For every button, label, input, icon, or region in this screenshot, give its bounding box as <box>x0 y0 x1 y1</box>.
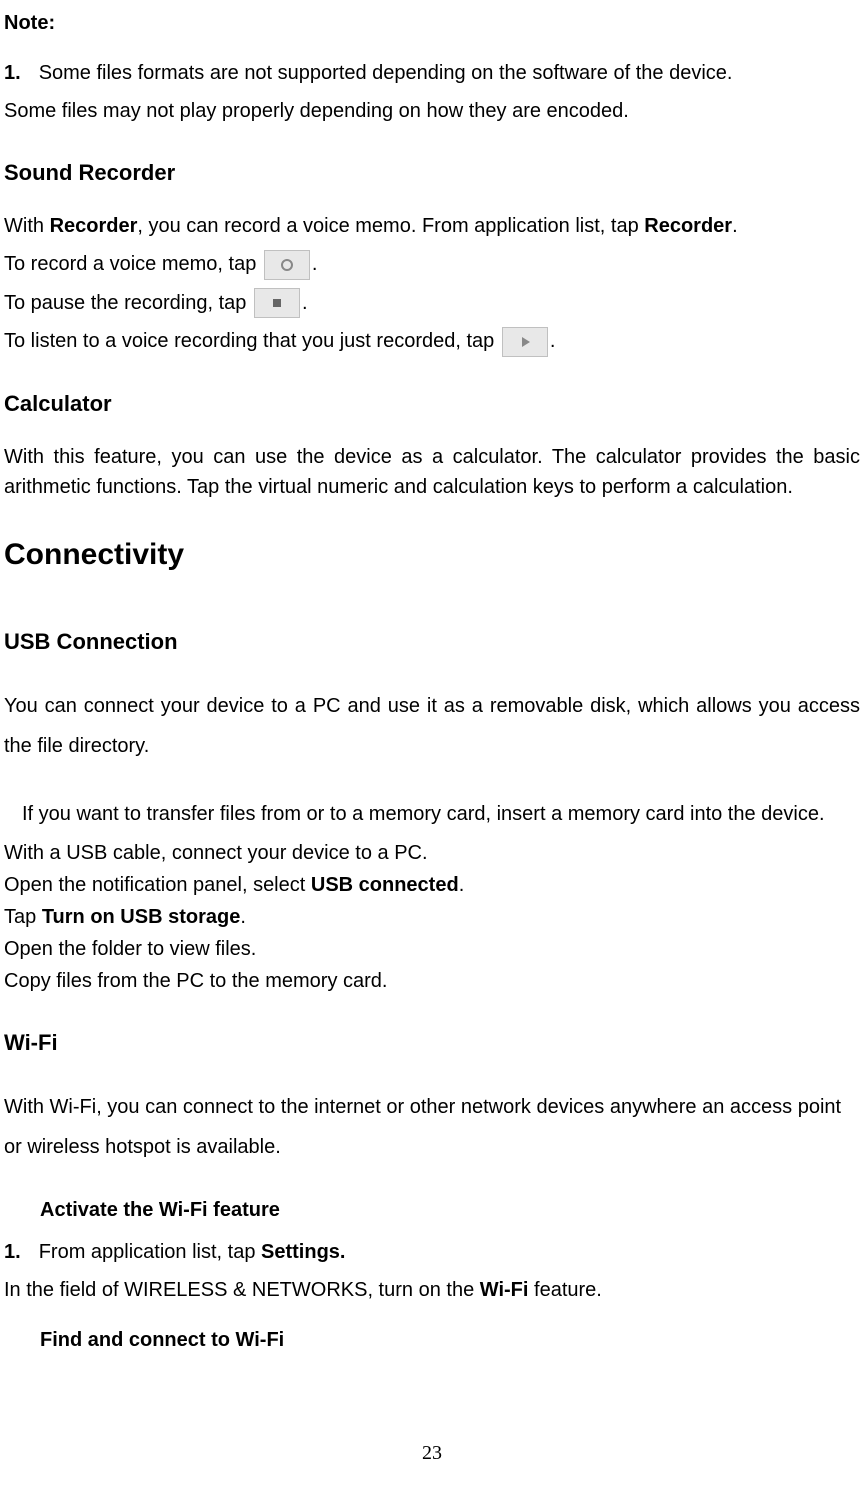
text: . <box>459 874 465 896</box>
note-text-1b: Some files may not play properly dependi… <box>4 96 860 126</box>
text-bold: Turn on USB storage <box>42 906 241 928</box>
text: Tap <box>4 906 42 928</box>
play-icon <box>502 327 548 357</box>
text: Open the notification panel, select <box>4 874 311 896</box>
record-line: To record a voice memo, tap . <box>4 249 860 280</box>
text: In the field of WIRELESS & NETWORKS, tur… <box>4 1279 480 1301</box>
wifi-bullet1-text: Activate the Wi-Fi feature <box>40 1199 280 1221</box>
heading-calculator: Calculator <box>4 387 860 420</box>
text: To pause the recording, tap <box>4 292 252 314</box>
note-item-1: 1. Some files formats are not supported d… <box>4 58 860 88</box>
text: , you can record a voice memo. From appl… <box>137 215 644 237</box>
usb-line-4: Tap Turn on USB storage. <box>4 902 860 932</box>
wifi-bullet2-text: Find and connect to Wi-Fi <box>40 1329 284 1351</box>
heading-connectivity: Connectivity <box>4 532 860 577</box>
text: With <box>4 215 50 237</box>
text-bold: Recorder <box>644 215 732 237</box>
pause-line: To pause the recording, tap . <box>4 288 860 319</box>
text: . <box>732 215 738 237</box>
stop-icon <box>254 288 300 318</box>
record-icon <box>264 250 310 280</box>
heading-usb: USB Connection <box>4 625 860 658</box>
text: From application list, tap <box>39 1241 261 1263</box>
text: To listen to a voice recording that you … <box>4 330 500 352</box>
sound-recorder-intro: With Recorder, you can record a voice me… <box>4 211 860 241</box>
heading-sound-recorder: Sound Recorder <box>4 156 860 189</box>
bullet-icon:  <box>4 1325 40 1355</box>
usb-step1-text: If you want to transfer files from or to… <box>22 803 825 825</box>
text-bold: USB connected <box>311 874 459 896</box>
wifi-step-1: 1. From application list, tap Settings. <box>4 1237 860 1267</box>
note-text-1a: Some files formats are not supported dep… <box>39 62 733 84</box>
text: feature. <box>528 1279 601 1301</box>
usb-line-2: With a USB cable, connect your device to… <box>4 838 860 868</box>
usb-line-5: Open the folder to view files. <box>4 934 860 964</box>
usb-line-3: Open the notification panel, select USB … <box>4 870 860 900</box>
wifi-bullet-find: Find and connect to Wi-Fi <box>4 1325 860 1355</box>
heading-wifi: Wi-Fi <box>4 1026 860 1059</box>
list-number: 1. <box>4 1237 21 1267</box>
usb-intro: You can connect your device to a PC and … <box>4 686 860 766</box>
list-number: 1. <box>4 58 21 88</box>
calculator-body: With this feature, you can use the devic… <box>4 442 860 502</box>
wifi-step-2: In the field of WIRELESS & NETWORKS, tur… <box>4 1275 860 1305</box>
text: . <box>312 253 318 275</box>
text-bold: Settings. <box>261 1241 345 1263</box>
text: . <box>302 292 308 314</box>
usb-step-1: 1.If you want to transfer files from or … <box>4 794 860 834</box>
page-number: 23 <box>0 1438 864 1468</box>
wifi-intro: With Wi-Fi, you can connect to the inter… <box>4 1087 860 1167</box>
listen-line: To listen to a voice recording that you … <box>4 326 860 357</box>
text-bold: Wi-Fi <box>480 1279 529 1301</box>
text: . <box>550 330 556 352</box>
bullet-icon:  <box>4 1195 40 1225</box>
wifi-bullet-activate: Activate the Wi-Fi feature <box>4 1195 860 1225</box>
text-bold: Recorder <box>50 215 138 237</box>
note-heading: Note: <box>4 8 860 38</box>
text: . <box>240 906 246 928</box>
text: To record a voice memo, tap <box>4 253 262 275</box>
usb-line-6: Copy files from the PC to the memory car… <box>4 966 860 996</box>
